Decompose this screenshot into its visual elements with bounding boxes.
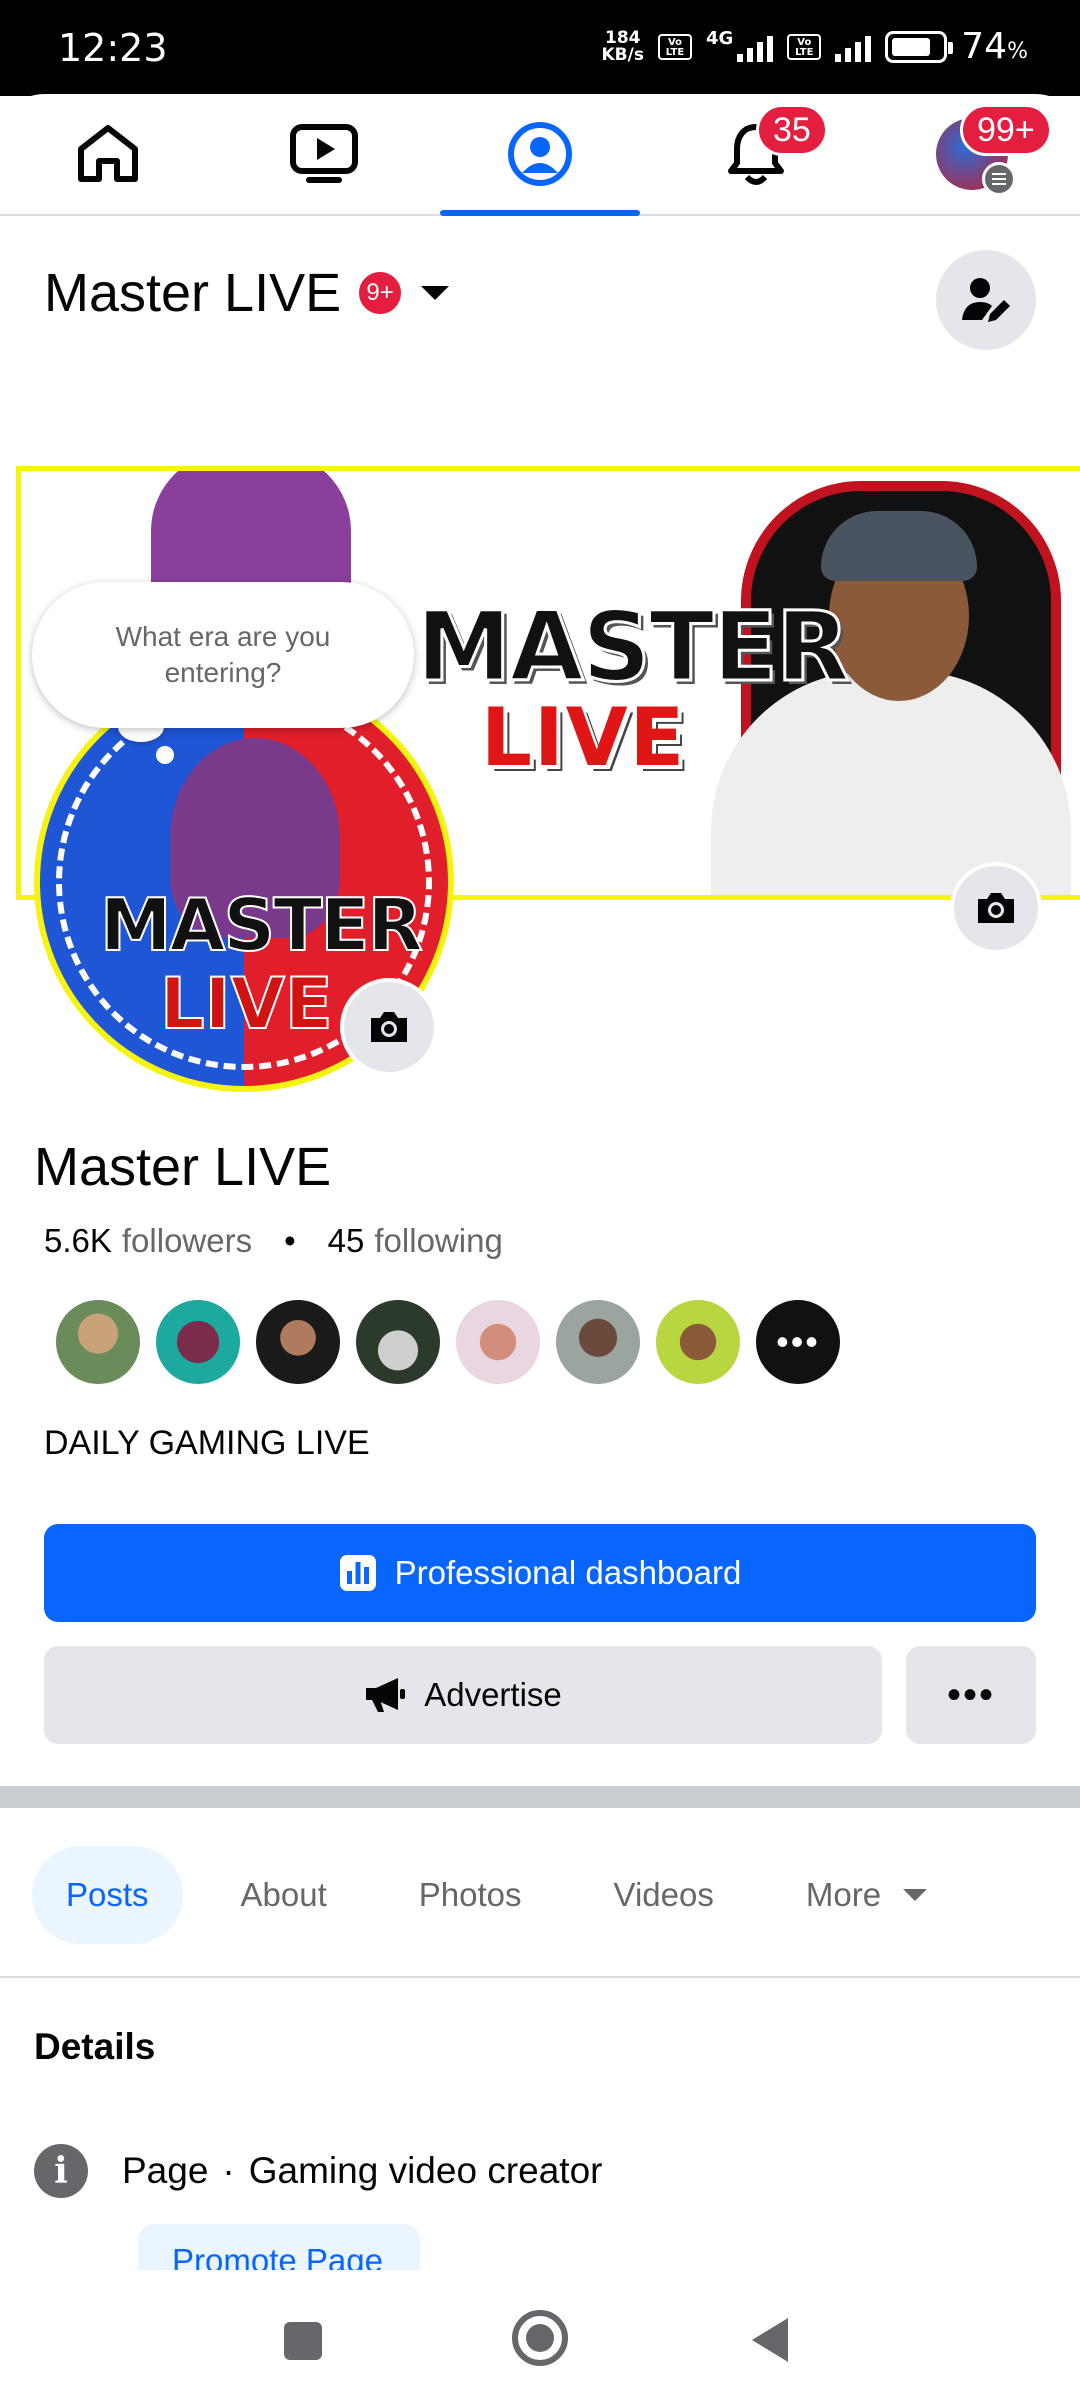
follower-avatar[interactable] [154, 1298, 242, 1386]
camera-icon [371, 1012, 407, 1042]
promote-page-button[interactable]: Promote Page [138, 2224, 420, 2274]
notifications-badge: 35 [756, 104, 828, 156]
profile-picture-subtext: LIVE [159, 962, 334, 1046]
edit-profile-button[interactable] [936, 250, 1036, 350]
followers-avatars: ••• [54, 1298, 842, 1386]
back-button[interactable] [752, 2318, 788, 2362]
home-icon [78, 125, 138, 182]
professional-dashboard-label: Professional dashboard [394, 1554, 742, 1591]
tab-videos[interactable]: Videos [580, 1846, 748, 1944]
following-label[interactable]: following [374, 1222, 502, 1260]
section-divider [0, 1786, 1080, 1808]
chart-icon [339, 1555, 376, 1591]
tab-more-label: More [805, 1876, 882, 1913]
thought-bubble-tail [156, 746, 174, 764]
followers-count[interactable]: 5.6K [44, 1222, 112, 1260]
volte-icon: Vo LTE [657, 33, 692, 60]
more-followers-button[interactable]: ••• [754, 1298, 842, 1386]
cover-cap [821, 511, 977, 581]
battery-icon [885, 30, 954, 63]
follower-avatar[interactable] [54, 1298, 142, 1386]
video-tab[interactable] [224, 94, 424, 214]
separator: · [222, 2150, 235, 2191]
tabs-divider [0, 1976, 1080, 1978]
battery-percent: 74% [961, 26, 1028, 67]
home-tab[interactable] [8, 94, 208, 214]
following-count[interactable]: 45 [328, 1222, 365, 1260]
status-time: 12:23 [58, 26, 168, 70]
page-title: Master LIVE [44, 263, 342, 323]
advertise-label: Advertise [424, 1676, 562, 1713]
notifications-tab[interactable]: 35 [656, 94, 856, 214]
separator-dot: • [284, 1222, 296, 1259]
follower-avatar[interactable] [454, 1298, 542, 1386]
details-heading: Details [34, 2026, 156, 2067]
net-speed: 184 KB/s [601, 27, 644, 65]
page-switcher-badge: 9+ [357, 270, 404, 316]
profile-picture-text: MASTER [99, 882, 424, 968]
professional-dashboard-button[interactable]: Professional dashboard [44, 1524, 1036, 1622]
page-switcher[interactable]: Master LIVE 9+ [44, 262, 450, 324]
edit-profile-picture-button[interactable] [340, 978, 438, 1076]
bio: DAILY GAMING LIVE [44, 1424, 370, 1462]
chevron-down-icon [903, 1889, 928, 1901]
chevron-down-icon [421, 286, 450, 300]
signal-icon [835, 32, 872, 62]
followers-label[interactable]: followers [122, 1222, 252, 1260]
volte-icon: Vo LTE [787, 33, 822, 60]
tab-photos[interactable]: Photos [385, 1846, 556, 1944]
top-nav: 35 99+ [0, 94, 1080, 216]
cover-title: MASTER [415, 590, 852, 705]
follower-avatar[interactable] [254, 1298, 342, 1386]
tab-about[interactable]: About [207, 1846, 361, 1944]
tab-more[interactable]: More [772, 1846, 961, 1944]
person-edit-icon [962, 278, 1010, 322]
cover-subtitle: LIVE [481, 691, 687, 784]
profile-tab[interactable] [440, 94, 640, 216]
menu-badge: 99+ [960, 104, 1052, 156]
tab-posts[interactable]: Posts [32, 1846, 183, 1944]
home-button[interactable] [512, 2310, 568, 2366]
follower-avatar[interactable] [654, 1298, 742, 1386]
network-type: 4G [705, 28, 734, 49]
status-icons: 184 KB/s Vo LTE 4G Vo LTE 74% [602, 26, 1029, 67]
follow-stats: 5.6K followers • 45 following [44, 1222, 503, 1260]
edit-cover-button[interactable] [950, 862, 1042, 954]
more-options-button[interactable]: ••• [906, 1646, 1036, 1744]
advertise-button[interactable]: Advertise [44, 1646, 882, 1744]
status-bar: 12:23 184 KB/s Vo LTE 4G Vo LTE 74% [0, 0, 1080, 96]
profile-name: Master LIVE [34, 1137, 332, 1197]
signal-icon [737, 32, 774, 62]
page-label: Page [122, 2150, 209, 2191]
menu-tab[interactable]: 99+ [872, 94, 1072, 214]
page-category-row: i Page · Gaming video creator [34, 2144, 602, 2198]
follower-avatar[interactable] [554, 1298, 642, 1386]
profile-tabs: Posts About Photos Videos More [32, 1846, 985, 1944]
megaphone-icon [366, 1678, 406, 1712]
profile-icon [508, 122, 572, 186]
recents-button[interactable] [284, 2322, 322, 2360]
video-icon [290, 124, 358, 183]
page-category: Gaming video creator [248, 2150, 603, 2191]
follower-avatar[interactable] [354, 1298, 442, 1386]
info-icon: i [34, 2144, 88, 2198]
camera-icon [978, 893, 1014, 923]
menu-icon [982, 162, 1016, 196]
thought-bubble[interactable]: What era are you entering? [32, 582, 414, 728]
system-navigation [0, 2270, 1080, 2400]
